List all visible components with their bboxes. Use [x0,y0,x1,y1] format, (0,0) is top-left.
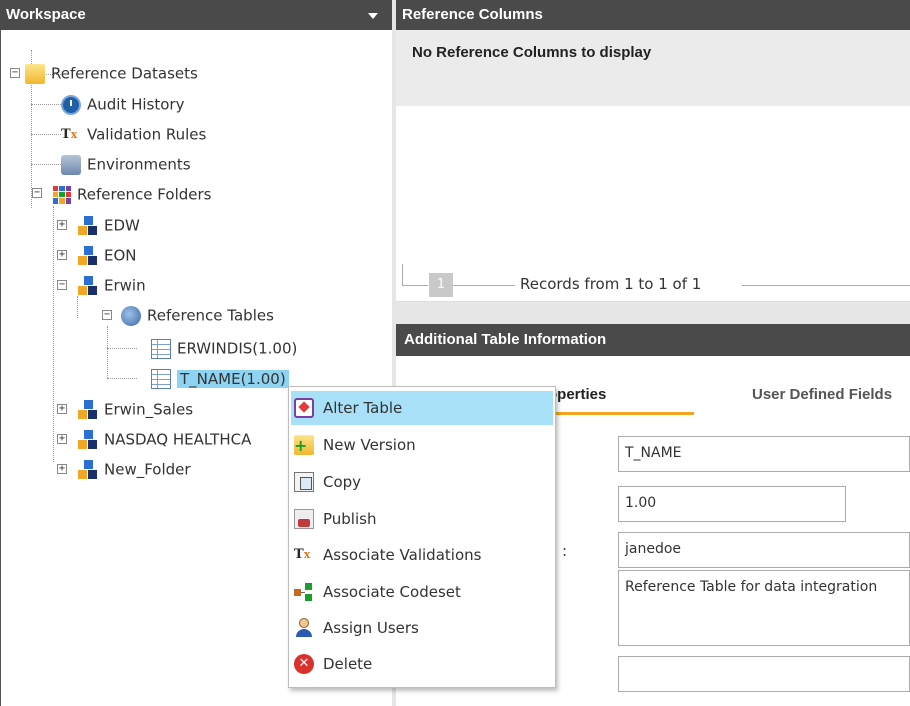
user-icon [294,618,314,638]
pager: 1 Records from 1 to 1 of 1 [396,258,910,302]
menu-item-alter-table[interactable]: Alter Table [291,391,553,425]
tree-node-validation-rules[interactable]: Tx Validation Rules [61,122,206,146]
menu-item-publish[interactable]: Publish [291,502,553,536]
expand-toggle[interactable]: + [57,404,67,414]
menu-item-associate-codeset[interactable]: Associate Codeset [291,575,553,609]
tree-node-nasdaq[interactable]: NASDAQ HEALTHCA [78,427,251,451]
page-number-button[interactable]: 1 [429,273,453,297]
edit-icon [294,398,314,418]
empty-message: No Reference Columns to display [396,30,910,106]
menu-item-assign-users[interactable]: Assign Users [291,611,553,645]
tab-user-defined-fields[interactable]: User Defined Fields [752,386,892,403]
collapse-toggle[interactable]: − [57,280,67,290]
collapse-toggle[interactable]: − [102,310,112,320]
table-icon [151,338,171,359]
tree-node-erwin[interactable]: Erwin [78,273,146,297]
owner-field[interactable]: janedoe [618,532,910,568]
tree-node-reference-tables[interactable]: Reference Tables [121,303,274,327]
reference-folder-icon [78,429,98,450]
reference-columns-grid: No Reference Columns to display 1 Record… [396,30,910,302]
validation-tx-icon: Tx [61,126,78,142]
publish-icon [294,509,314,529]
menu-item-copy[interactable]: Copy [291,465,553,499]
extra-field[interactable] [618,656,910,692]
new-version-icon [294,429,314,463]
panel-splitter[interactable] [396,302,910,324]
tree-node-reference-folders[interactable]: Reference Folders [53,182,211,206]
reference-folder-icon [78,245,98,266]
collapse-toggle[interactable]: − [10,68,20,78]
reference-tables-icon [121,305,141,326]
tree-node-t-name[interactable]: T_NAME(1.00) [151,366,289,390]
tab-properties[interactable]: operties [548,386,606,403]
delete-icon: ✕ [294,654,314,674]
expand-toggle[interactable]: + [57,250,67,260]
additional-info-header: Additional Table Information [396,324,910,356]
additional-info-title: Additional Table Information [404,331,607,348]
expand-toggle[interactable]: + [57,220,67,230]
collapse-toggle[interactable]: − [32,188,42,198]
expand-toggle[interactable]: + [57,464,67,474]
copy-icon [294,472,314,492]
table-name-field[interactable]: T_NAME [618,436,910,472]
selected-node-label: T_NAME(1.00) [177,369,289,388]
menu-item-delete[interactable]: ✕ Delete [291,647,553,681]
menu-item-new-version[interactable]: New Version [291,428,553,463]
reference-columns-title: Reference Columns [402,6,543,23]
folder-icon [25,63,45,84]
table-icon [151,368,171,389]
validation-tx-icon: Tx [294,547,311,562]
workspace-title: Workspace [6,6,86,23]
reference-folder-icon [78,399,98,420]
codeset-icon [294,582,314,602]
tree-node-audit-history[interactable]: Audit History [61,92,184,116]
expand-toggle[interactable]: + [57,434,67,444]
description-field[interactable]: Reference Table for data integration [618,570,910,646]
colored-grid-icon [53,185,71,204]
tree-node-eon[interactable]: EON [78,243,137,267]
clock-icon [61,94,81,115]
workspace-header: Workspace [0,0,392,30]
reference-folder-icon [78,459,98,480]
menu-item-associate-validations[interactable]: Tx Associate Validations [291,538,553,572]
tree-node-erwindis[interactable]: ERWINDIS(1.00) [151,336,297,360]
reference-folder-icon [78,275,98,296]
owner-label: : [562,542,568,560]
tree-node-new-folder[interactable]: New_Folder [78,457,191,481]
context-menu: Alter Table New Version Copy Publish Tx … [288,386,556,688]
reference-columns-header: Reference Columns [396,0,910,30]
tree-node-edw[interactable]: EDW [78,213,140,237]
database-icon [61,154,81,175]
caret-down-icon[interactable] [368,13,378,19]
tree-node-erwin-sales[interactable]: Erwin_Sales [78,397,193,421]
reference-folder-icon [78,215,98,236]
tree-node-reference-datasets[interactable]: Reference Datasets [25,61,198,85]
tree-node-environments[interactable]: Environments [61,152,191,176]
records-summary: Records from 1 to 1 of 1 [520,275,702,293]
version-field[interactable]: 1.00 [618,486,846,522]
